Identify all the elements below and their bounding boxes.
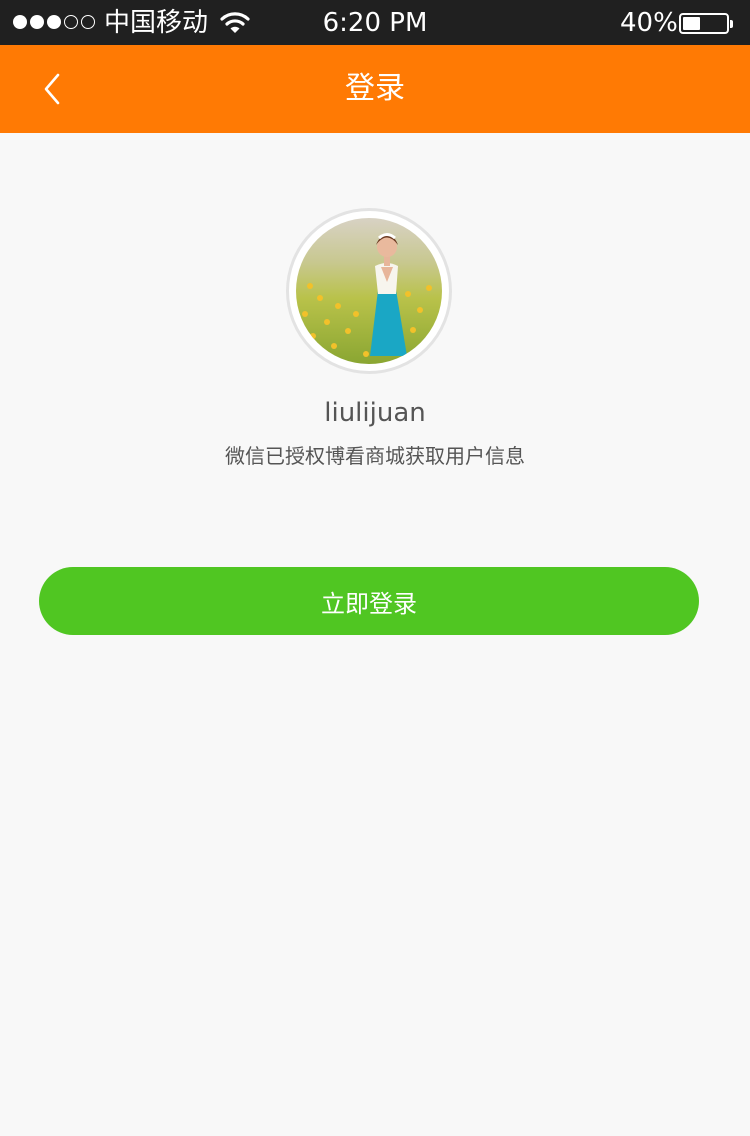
battery-icon: [679, 13, 729, 34]
page-title: 登录: [345, 71, 405, 106]
authorization-message: 微信已授权博看商城获取用户信息: [225, 444, 525, 468]
status-bar: 中国移动 6:20 PM 40%: [0, 0, 750, 45]
avatar: [296, 218, 442, 364]
battery-cap: [730, 20, 733, 28]
login-button[interactable]: 立即登录: [39, 567, 699, 635]
battery-level: [683, 17, 700, 30]
navigation-bar: 登录: [0, 45, 750, 133]
battery-percent: 40%: [620, 8, 678, 38]
username: liulijuan: [324, 398, 426, 428]
